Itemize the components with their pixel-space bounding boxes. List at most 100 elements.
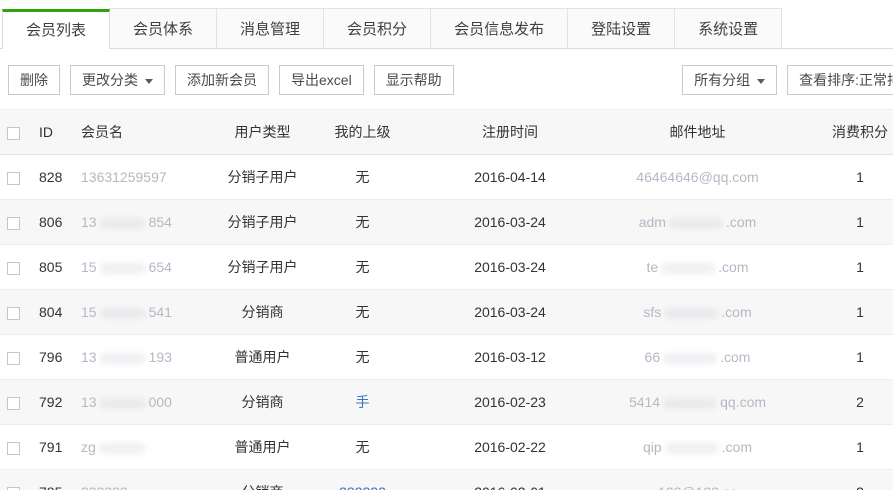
row-checkbox[interactable]	[7, 217, 20, 230]
blurred-text-region	[100, 308, 146, 319]
consumption-points: 1	[790, 290, 893, 335]
username-text: 13193	[81, 349, 172, 365]
username-text: 13854	[81, 214, 172, 230]
row-checkbox[interactable]	[7, 442, 20, 455]
email-cell: te.com	[605, 245, 790, 290]
row-checkbox[interactable]	[7, 397, 20, 410]
upline-cell: 无	[310, 200, 415, 245]
upline-text: 无	[356, 439, 370, 455]
member-username-cell: 15654	[80, 245, 215, 290]
member-id: 828	[38, 155, 80, 200]
member-id: 805	[38, 245, 80, 290]
delete-button[interactable]: 删除	[8, 65, 60, 95]
row-select-cell	[0, 290, 38, 335]
member-id: 806	[38, 200, 80, 245]
select-all-checkbox[interactable]	[7, 127, 20, 140]
upline-text: 无	[356, 304, 370, 320]
member-username-cell: 13854	[80, 200, 215, 245]
member-username-cell: 13193	[80, 335, 215, 380]
consumption-points: 1	[790, 245, 893, 290]
member-id: 796	[38, 335, 80, 380]
member-id: 791	[38, 425, 80, 470]
sort-order-button[interactable]: 查看排序:正常排序	[787, 65, 893, 95]
table-row: 79613193普通用户无2016-03-1266.com1	[0, 335, 893, 380]
tab-7[interactable]: 系统设置	[674, 8, 782, 48]
tab-5[interactable]: 会员信息发布	[430, 8, 568, 48]
add-new-member-button[interactable]: 添加新会员	[175, 65, 269, 95]
email-cell: 66.com	[605, 335, 790, 380]
tab-4[interactable]: 会员积分	[323, 8, 431, 48]
blurred-text-region	[664, 308, 718, 319]
username-text: 15654	[81, 259, 172, 275]
registration-date: 2016-02-22	[415, 425, 605, 470]
row-checkbox[interactable]	[7, 307, 20, 320]
change-category-button[interactable]: 更改分类	[70, 65, 165, 95]
consumption-points: 1	[790, 155, 893, 200]
row-select-cell	[0, 380, 38, 425]
table-row: 80415541分销商无2016-03-24sfs.com1	[0, 290, 893, 335]
registration-date: 2016-03-24	[415, 245, 605, 290]
email-text: 5414qq.com	[629, 394, 766, 410]
button-label: 添加新会员	[187, 72, 257, 88]
upline-link[interactable]: 手	[356, 394, 370, 410]
table-row: 82813631259597分销子用户无2016-04-1446464646@q…	[0, 155, 893, 200]
email-text: adm.com	[639, 214, 757, 230]
all-groups-button[interactable]: 所有分组	[682, 65, 777, 95]
username-text: 13631259597	[81, 169, 167, 185]
consumption-points: 1	[790, 425, 893, 470]
show-help-button[interactable]: 显示帮助	[374, 65, 454, 95]
export-excel-button[interactable]: 导出excel	[279, 65, 364, 95]
column-header: 用户类型	[215, 110, 310, 155]
registration-date: 2016-03-12	[415, 335, 605, 380]
column-header: ID	[38, 110, 80, 155]
button-label: 显示帮助	[386, 72, 442, 88]
table-row: 80515654分销子用户无2016-03-24te.com1	[0, 245, 893, 290]
column-header: 会员名	[80, 110, 215, 155]
registration-date: 2016-04-14	[415, 155, 605, 200]
user-type: 分销子用户	[215, 155, 310, 200]
blurred-text-region	[100, 353, 146, 364]
column-header: 消费积分	[790, 110, 893, 155]
upline-text: 无	[356, 349, 370, 365]
row-checkbox[interactable]	[7, 352, 20, 365]
tab-1[interactable]: 会员列表	[2, 9, 110, 49]
tab-2[interactable]: 会员体系	[109, 8, 217, 48]
user-type: 分销商	[215, 380, 310, 425]
consumption-points: 1	[790, 200, 893, 245]
upline-cell: 无	[310, 155, 415, 200]
username-text: 333333	[81, 484, 128, 490]
row-select-cell	[0, 425, 38, 470]
blurred-text-region	[100, 218, 146, 229]
member-id: 792	[38, 380, 80, 425]
upline-cell: 无	[310, 290, 415, 335]
row-select-cell	[0, 155, 38, 200]
member-username-cell: 333333	[80, 470, 215, 490]
dropdown-caret-icon	[145, 79, 153, 84]
tab-6[interactable]: 登陆设置	[567, 8, 675, 48]
user-type: 分销商	[215, 290, 310, 335]
upline-cell: 无	[310, 425, 415, 470]
table-row: 791zg普通用户无2016-02-22qip.com1	[0, 425, 893, 470]
button-label: 删除	[20, 72, 48, 88]
user-type: 普通用户	[215, 335, 310, 380]
consumption-points: 2	[790, 380, 893, 425]
row-select-cell	[0, 470, 38, 490]
tab-3[interactable]: 消息管理	[216, 8, 324, 48]
username-text: zg	[81, 439, 148, 455]
table-header-row: ID会员名用户类型我的上级注册时间邮件地址消费积分	[0, 110, 893, 155]
upline-link[interactable]: 222222	[339, 484, 386, 490]
upline-text: 无	[356, 169, 370, 185]
member-id: 785	[38, 470, 80, 490]
row-checkbox[interactable]	[7, 172, 20, 185]
column-header: 注册时间	[415, 110, 605, 155]
registration-date: 2016-03-24	[415, 290, 605, 335]
email-cell: 5414qq.com	[605, 380, 790, 425]
email-text: qip.com	[643, 439, 752, 455]
table-row: 80613854分销子用户无2016-03-24adm.com1	[0, 200, 893, 245]
blurred-text-region	[100, 263, 146, 274]
row-checkbox[interactable]	[7, 262, 20, 275]
tab-bar: 会员列表会员体系消息管理会员积分会员信息发布登陆设置系统设置	[0, 0, 893, 49]
member-id: 804	[38, 290, 80, 335]
email-text: 66.com	[645, 349, 751, 365]
email-text: sfs.com	[643, 304, 751, 320]
